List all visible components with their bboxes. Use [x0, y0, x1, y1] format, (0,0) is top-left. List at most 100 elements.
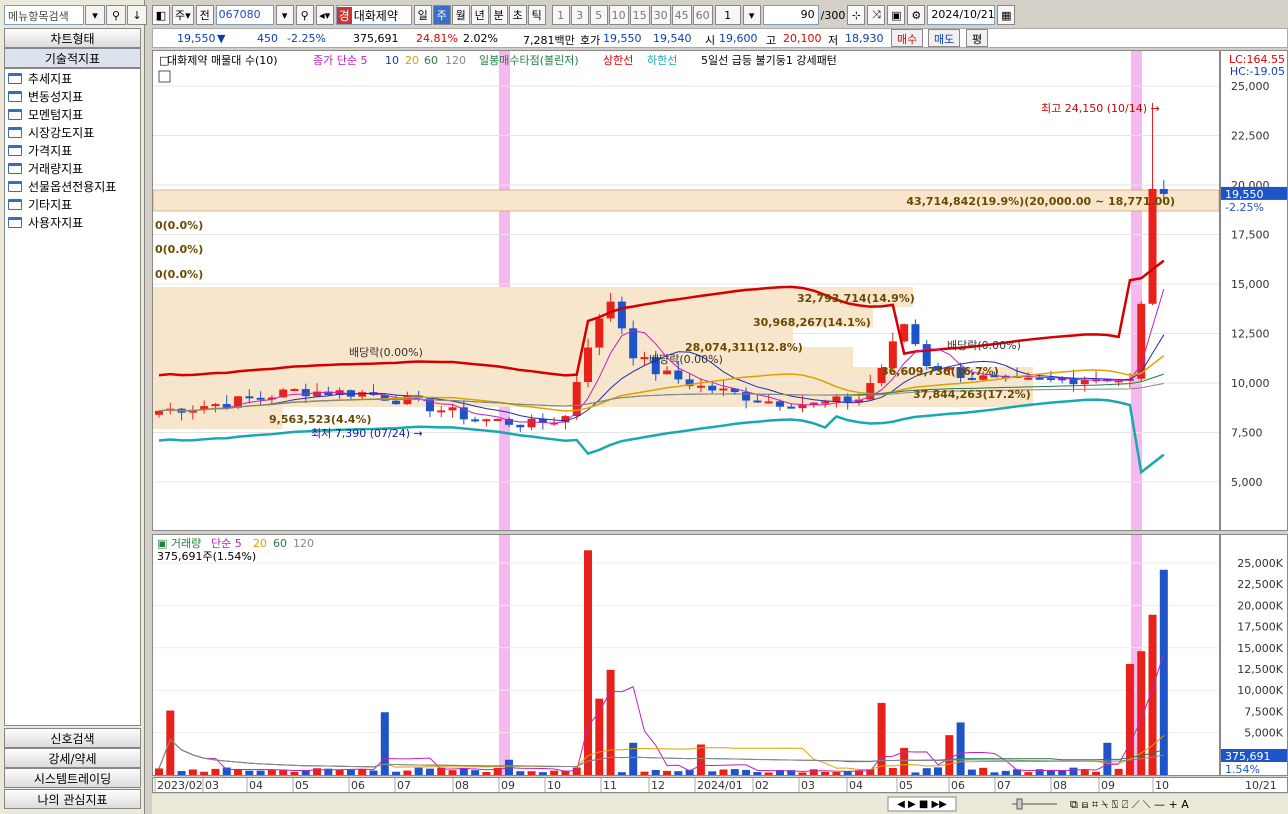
candle-body: [516, 424, 525, 428]
scroll-track[interactable]: ◀ ▶ ■ ▶▶: [897, 799, 947, 810]
date-tick: 05: [899, 779, 913, 792]
volume-bar: [482, 772, 491, 775]
candle-body: [775, 401, 784, 407]
indicator-panel: 메뉴항목검색 ▾ ⚲ ↓ 차트형태 기술적지표 추세지표변동성지표 모멘텀지표 시장…: [0, 0, 147, 814]
calendar-icon[interactable]: ▦: [997, 5, 1016, 25]
volume-bar: [1046, 770, 1055, 775]
volume-bar: [1080, 769, 1089, 775]
my-indicators-button[interactable]: 나의 관심지표: [4, 789, 141, 809]
period-tab[interactable]: 주: [432, 5, 451, 25]
open-value: 19,600: [719, 32, 758, 45]
count-input[interactable]: 90: [762, 5, 819, 25]
tree-item[interactable]: 선물옵션전용지표: [5, 177, 140, 195]
system-trading-button[interactable]: 시스템트레이딩: [4, 768, 141, 788]
tree-item[interactable]: 사용자지표: [5, 213, 140, 231]
tree-item[interactable]: 모멘텀지표: [5, 105, 140, 123]
chart-type-button[interactable]: 차트형태: [4, 28, 141, 48]
candle-body: [832, 396, 841, 402]
search-icon[interactable]: ⚲: [295, 5, 314, 25]
volume-bar: [945, 735, 954, 775]
bid-value: 19,540: [653, 32, 692, 45]
tree-item[interactable]: 가격지표: [5, 141, 140, 159]
volume-chart-pane[interactable]: ▣ 거래량 단순 5 20 60 120 375,691주(1.54%): [152, 534, 1220, 776]
tree-item[interactable]: 변동성지표: [5, 87, 140, 105]
interval-select[interactable]: 1: [714, 5, 741, 25]
volume-bar: [267, 769, 276, 775]
download-icon[interactable]: ↓: [127, 5, 147, 25]
interval-tab[interactable]: 10: [608, 5, 629, 25]
interval-tab[interactable]: 3: [570, 5, 589, 25]
tech-indicator-button[interactable]: 기술적지표: [4, 48, 141, 68]
price-chart: □ 대화제약 매물대 수(10) 종가 단순 5 10 20 60 120 일봉매수타점(볼…: [152, 51, 1220, 530]
period-tab[interactable]: 초: [508, 5, 527, 25]
legend-text: 종가 단순 5: [313, 54, 367, 67]
volume-ma-line: [158, 653, 1165, 772]
candle-body: [922, 344, 931, 367]
interval-dropdown-icon[interactable]: ▾: [742, 5, 761, 25]
tree-item-label: 기타지표: [28, 197, 73, 212]
dropdown-icon[interactable]: ▾: [85, 5, 105, 25]
low-label: 저: [828, 34, 839, 47]
menu-search-input[interactable]: 메뉴항목검색: [4, 5, 84, 25]
sell-button[interactable]: 매도: [928, 29, 961, 47]
period-tab[interactable]: 분: [489, 5, 508, 25]
interval-tab[interactable]: 60: [692, 5, 713, 25]
date-end-label: 10/21: [1245, 779, 1277, 792]
stock-code-input[interactable]: 067080: [215, 5, 274, 25]
volume-bar: [290, 771, 299, 775]
interval-tab[interactable]: 30: [650, 5, 671, 25]
crosshair-icon[interactable]: ⊹: [847, 5, 866, 25]
tree-item[interactable]: 추세지표: [5, 69, 140, 87]
interval-tab[interactable]: 5: [589, 5, 608, 25]
ask-value: 19,550: [603, 32, 642, 45]
volume-bar: [188, 769, 197, 775]
tree-item[interactable]: 기타지표: [5, 195, 140, 213]
stock-name-box[interactable]: 경 대화제약: [335, 5, 412, 25]
buy-button[interactable]: 매수: [891, 29, 924, 47]
volume-ma-line: [158, 738, 1164, 769]
tool-icons[interactable]: ⧉ ⧈ ⌗ ⍀ ⍂ ⍁ ⟋ ⟍ — + A: [1070, 798, 1189, 811]
date-tick: 09: [1101, 779, 1115, 792]
eval-button[interactable]: 평: [966, 29, 989, 47]
strength-button[interactable]: 강세/약세: [4, 748, 141, 768]
volume-tick: 25,000K: [1237, 557, 1283, 570]
date-tick: 2024/01: [697, 779, 743, 792]
gear-icon[interactable]: ⚙: [907, 5, 926, 25]
sound-icon[interactable]: ◂▾: [315, 5, 334, 25]
volume-bar: [256, 770, 265, 775]
period-tab[interactable]: 일: [413, 5, 432, 25]
interval-tab[interactable]: 1: [551, 5, 570, 25]
date-input[interactable]: 2024/10/21: [927, 5, 996, 25]
interval-tab[interactable]: 45: [671, 5, 692, 25]
price-tick: 10,000: [1231, 377, 1270, 390]
volume-bar: [584, 550, 593, 775]
volume-bar: [538, 772, 547, 775]
zoom-slider-handle[interactable]: [1016, 798, 1023, 810]
compare-icon[interactable]: ⤨: [867, 5, 886, 25]
code-dropdown-icon[interactable]: ▾: [275, 5, 294, 25]
volume-bar: [663, 770, 672, 775]
tree-item-label: 변동성지표: [28, 89, 84, 104]
volume-band-label: 32,793,714(14.9%): [797, 292, 915, 305]
tree-item[interactable]: 시장강도지표: [5, 123, 140, 141]
period-select[interactable]: 주 ▾: [172, 5, 194, 25]
save-icon[interactable]: ▣: [887, 5, 906, 25]
interval-tab[interactable]: 15: [629, 5, 650, 25]
legend-text: 10: [385, 54, 399, 67]
period-tab[interactable]: 틱: [527, 5, 546, 25]
volume-bar: [617, 772, 626, 775]
candle-body: [1035, 377, 1044, 380]
indicator-tree: 추세지표변동성지표 모멘텀지표 시장강도지표 가격지표 거래량지표 선물옵션전용지표기타지…: [4, 68, 141, 726]
prev-button[interactable]: 전: [195, 5, 214, 25]
layout-icon[interactable]: ◧: [152, 5, 170, 25]
price-chart-pane[interactable]: □ 대화제약 매물대 수(10) 종가 단순 5 10 20 60 120 일봉매수타점(볼…: [152, 50, 1220, 531]
search-icon[interactable]: ⚲: [106, 5, 126, 25]
candle-body: [437, 410, 446, 413]
period-tab[interactable]: 년: [470, 5, 489, 25]
tree-item[interactable]: 거래량지표: [5, 159, 140, 177]
folder-icon: [8, 72, 22, 84]
interval-tabs: 1 3 5 10 15 30 45 60: [551, 5, 713, 25]
period-tab[interactable]: 월: [451, 5, 470, 25]
zero-label: 0(0.0%): [155, 219, 203, 232]
signal-search-button[interactable]: 신호검색: [4, 728, 141, 748]
